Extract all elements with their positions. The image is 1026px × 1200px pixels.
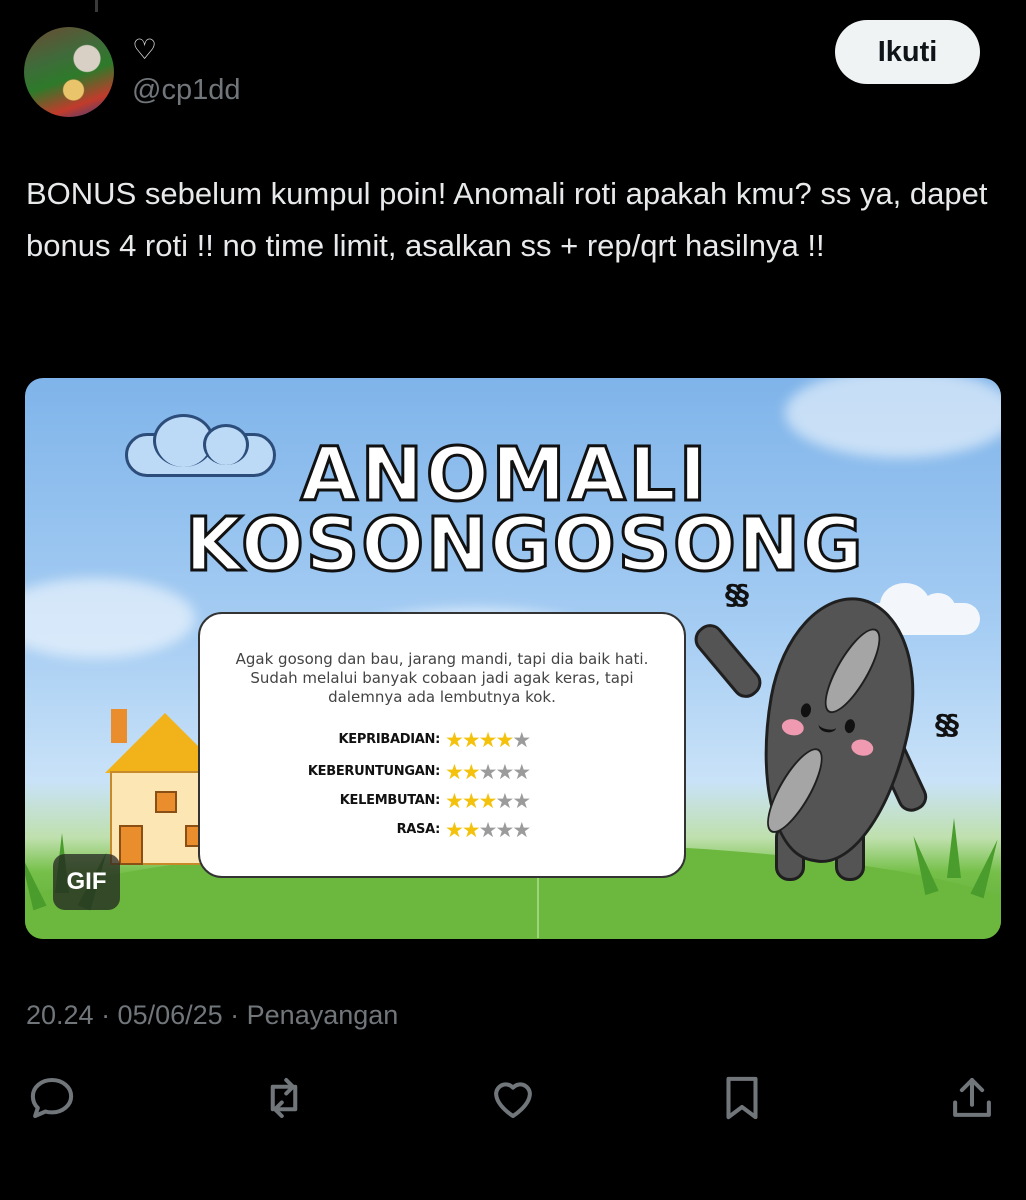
avatar[interactable] xyxy=(24,27,114,117)
stat-row: RASA: ★★★★★ xyxy=(200,819,684,844)
bread-character: §§ §§ xyxy=(688,578,985,881)
info-card: Agak gosong dan bau, jarang mandi, tapi … xyxy=(198,612,686,878)
star-rating: ★★★★★ xyxy=(445,790,531,814)
star-empty-icon: ★ xyxy=(512,790,531,813)
star-filled-icon: ★ xyxy=(461,729,481,752)
star-filled-icon: ★ xyxy=(461,819,481,842)
star-empty-icon: ★ xyxy=(512,761,531,784)
star-empty-icon: ★ xyxy=(495,761,514,784)
stat-row: KEBERUNTUNGAN: ★★★★★ xyxy=(200,761,684,786)
star-filled-icon: ★ xyxy=(445,729,464,752)
star-filled-icon: ★ xyxy=(461,790,481,813)
background-cloud xyxy=(25,578,195,658)
steam-icon: §§ xyxy=(725,578,749,611)
stat-label: KELEMBUTAN: xyxy=(339,793,441,808)
star-filled-icon: ★ xyxy=(445,819,464,842)
steam-icon: §§ xyxy=(935,708,959,741)
share-icon[interactable] xyxy=(940,1066,1004,1130)
action-bar xyxy=(0,1066,1026,1136)
star-rating: ★★★★★ xyxy=(445,729,531,753)
ground-line xyxy=(537,868,539,938)
star-filled-icon: ★ xyxy=(461,761,481,784)
star-empty-icon: ★ xyxy=(512,729,531,752)
star-filled-icon: ★ xyxy=(478,729,498,752)
repost-icon[interactable] xyxy=(252,1066,316,1130)
star-filled-icon: ★ xyxy=(495,729,514,752)
stat-row: KELEMBUTAN: ★★★★★ xyxy=(200,790,684,815)
stat-row: KEPRIBADIAN: ★★★★★ xyxy=(200,729,684,754)
like-icon[interactable] xyxy=(481,1066,545,1130)
reply-icon[interactable] xyxy=(20,1066,84,1130)
bookmark-icon[interactable] xyxy=(710,1066,774,1130)
star-rating: ★★★★★ xyxy=(445,761,531,785)
stat-label: KEBERUNTUNGAN: xyxy=(307,764,440,779)
star-empty-icon: ★ xyxy=(478,819,498,842)
tweet-text: BONUS sebelum kumpul poin! Anomali roti … xyxy=(26,176,988,263)
star-filled-icon: ★ xyxy=(478,790,498,813)
title-line-2: KOSONGOSONG xyxy=(184,502,865,589)
description: Agak gosong dan bau, jarang mandi, tapi … xyxy=(235,650,649,706)
tweet-meta[interactable]: 20.24 · 05/06/25 · Penayangan xyxy=(26,1000,398,1031)
star-empty-icon: ★ xyxy=(495,790,514,813)
stat-label: RASA: xyxy=(396,822,441,837)
media-gif[interactable]: ANOMALI KOSONGOSONG Agak gosong dan bau,… xyxy=(25,378,1001,939)
star-rating: ★★★★★ xyxy=(445,819,531,843)
star-empty-icon: ★ xyxy=(495,819,514,842)
stat-label: KEPRIBADIAN: xyxy=(338,732,441,747)
heart-icon: ♡ xyxy=(132,34,158,65)
media-title: ANOMALI KOSONGOSONG xyxy=(184,432,865,589)
star-empty-icon: ★ xyxy=(512,819,531,842)
follow-button[interactable]: Ikuti xyxy=(835,20,980,84)
star-filled-icon: ★ xyxy=(445,761,464,784)
star-filled-icon: ★ xyxy=(445,790,464,813)
thread-connector xyxy=(95,0,98,12)
user-handle[interactable]: @cp1dd xyxy=(132,74,240,107)
title-line-1: ANOMALI xyxy=(299,432,710,518)
star-empty-icon: ★ xyxy=(478,761,498,784)
gif-badge: GIF xyxy=(53,854,120,910)
